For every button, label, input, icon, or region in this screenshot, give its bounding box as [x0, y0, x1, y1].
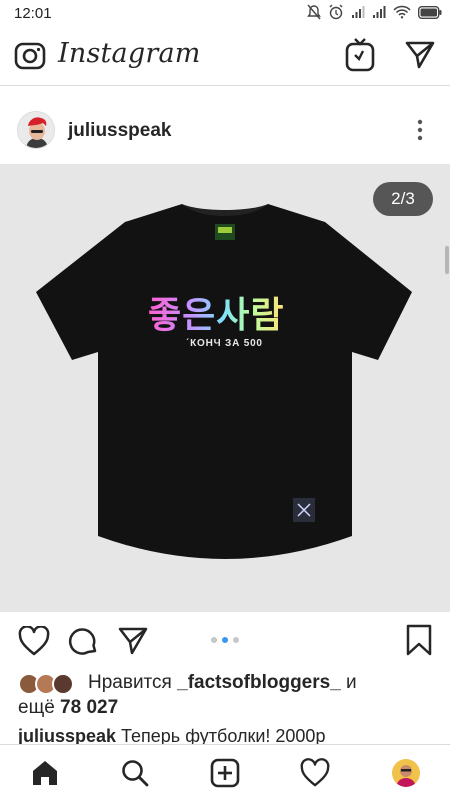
- instagram-wordmark: Instagram: [58, 38, 201, 69]
- carousel-dot: [211, 637, 217, 643]
- likes-line-2: ещё 78 027: [18, 695, 438, 720]
- direct-message-icon[interactable]: [405, 40, 435, 75]
- post-header: juliusspeak: [0, 106, 450, 154]
- search-icon[interactable]: [120, 758, 150, 793]
- carousel-dot-active: [222, 637, 228, 643]
- avatar: [52, 673, 74, 695]
- carousel-dot: [233, 637, 239, 643]
- profile-avatar[interactable]: [392, 759, 420, 787]
- igtv-icon[interactable]: [345, 38, 375, 77]
- status-time: 12:01: [14, 5, 52, 22]
- alarm-icon: [328, 4, 344, 20]
- wifi-icon: [393, 5, 411, 19]
- liker-avatars: [18, 673, 80, 695]
- signal-icon: [351, 5, 365, 19]
- signal-icon: [372, 5, 386, 19]
- likes-summary[interactable]: Нравится _factsofbloggers_ и ещё 78 027: [18, 670, 438, 720]
- tshirt-image: [36, 204, 412, 559]
- battery-icon: [418, 5, 442, 19]
- likes-line-1: Нравится _factsofbloggers_ и: [18, 670, 438, 695]
- post-image[interactable]: 좋은사람 ˊКОНЧ ЗА 500 2/3: [0, 164, 450, 612]
- caption-username[interactable]: juliusspeak: [18, 726, 116, 746]
- bookmark-icon[interactable]: [406, 624, 432, 661]
- bottom-nav: [0, 744, 450, 800]
- likes-count[interactable]: 78 027: [60, 697, 118, 718]
- likes-prefix: Нравится: [88, 672, 178, 693]
- scrollbar[interactable]: [445, 246, 449, 274]
- post-actions: [0, 620, 450, 662]
- likes-line2-prefix: ещё: [18, 697, 61, 718]
- shirt-print-subtext: ˊКОНЧ ЗА 500: [186, 338, 263, 349]
- heart-icon[interactable]: [18, 625, 50, 661]
- comment-icon[interactable]: [68, 626, 98, 661]
- image-counter: 2/3: [373, 182, 433, 216]
- avatar[interactable]: [17, 111, 55, 149]
- activity-icon[interactable]: [300, 758, 330, 793]
- carousel-indicator: [211, 637, 239, 643]
- status-icons: [307, 4, 442, 20]
- more-vertical-icon[interactable]: [414, 118, 426, 147]
- post-username[interactable]: juliusspeak: [68, 120, 172, 142]
- new-post-icon[interactable]: [210, 758, 240, 793]
- home-icon[interactable]: [30, 758, 60, 793]
- share-icon[interactable]: [118, 626, 148, 661]
- likes-connector: и: [340, 672, 357, 693]
- liker-username[interactable]: _factsofbloggers_: [177, 672, 341, 693]
- app-header: Instagram: [0, 26, 450, 86]
- mute-icon: [307, 4, 321, 20]
- caption-text: Теперь футболки! 2000р: [116, 726, 326, 746]
- shirt-print-text: 좋은사람: [148, 286, 284, 338]
- camera-icon[interactable]: [14, 40, 46, 77]
- post-caption: juliusspeak Теперь футболки! 2000р: [18, 726, 438, 746]
- status-bar: 12:01: [0, 0, 450, 26]
